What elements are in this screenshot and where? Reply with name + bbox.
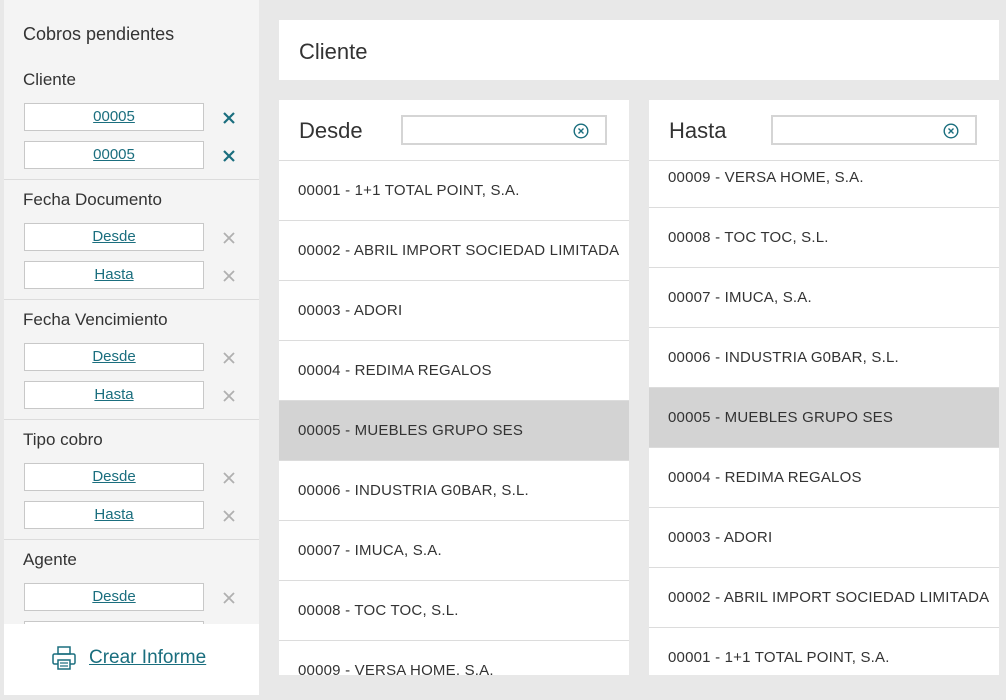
clear-agente-from-icon[interactable] [221,590,237,606]
clear-search-icon[interactable] [943,123,959,139]
cliente-from-link[interactable]: 00005 [93,108,135,125]
tipo-cobro-to-link[interactable]: Hasta [94,506,133,523]
agente-from-field[interactable]: Desde [24,583,204,611]
filter-label-agente: Agente [23,550,77,569]
page-title: Cliente [299,39,368,64]
hasta-panel-header: Hasta [649,100,999,161]
filter-label-tipo-cobro: Tipo cobro [23,430,103,449]
cliente-to-link[interactable]: 00005 [93,146,135,163]
list-item[interactable]: 00009 - VERSA HOME, S.A. [279,641,629,675]
filter-label-fecha-vencimiento: Fecha Vencimiento [23,310,168,329]
fecha-documento-from-field[interactable]: Desde [24,223,204,251]
desde-panel-header: Desde [279,100,629,161]
fecha-vencimiento-from-field[interactable]: Desde [24,343,204,371]
desde-search-box[interactable] [401,115,607,145]
desde-list: 00001 - 1+1 TOTAL POINT, S.A. 00002 - ABR… [279,161,629,675]
list-item[interactable]: 00003 - ADORI [649,508,999,568]
list-item[interactable]: 00001 - 1+1 TOTAL POINT, S.A. [649,628,999,675]
tipo-cobro-from-field[interactable]: Desde [24,463,204,491]
list-item[interactable]: 00007 - IMUCA, S.A. [649,268,999,328]
section-divider [4,419,259,420]
fecha-vencimiento-to-field[interactable]: Hasta [24,381,204,409]
list-item[interactable]: 00002 - ABRIL IMPORT SOCIEDAD LIMITADA [279,221,629,281]
fecha-documento-from-link[interactable]: Desde [92,228,135,245]
clear-fecha-vencimiento-to-icon[interactable] [221,388,237,404]
clear-search-icon[interactable] [573,123,589,139]
filter-sidebar: Cobros pendientes Cliente 00005 00005 Fe… [4,0,259,624]
list-item[interactable]: 00004 - REDIMA REGALOS [279,341,629,401]
filter-label-cliente: Cliente [23,70,76,89]
clear-cliente-from-icon[interactable] [221,110,237,126]
tipo-cobro-from-link[interactable]: Desde [92,468,135,485]
clear-fecha-documento-from-icon[interactable] [221,230,237,246]
main-header: Cliente [279,20,999,80]
cliente-from-field[interactable]: 00005 [24,103,204,131]
cliente-to-field[interactable]: 00005 [24,141,204,169]
section-divider [4,299,259,300]
fecha-documento-to-field[interactable]: Hasta [24,261,204,289]
printer-icon [52,646,76,670]
hasta-panel: 00009 - VERSA HOME, S.A. 00008 - TOC TOC,… [649,100,999,675]
list-item[interactable]: 00003 - ADORI [279,281,629,341]
tipo-cobro-to-field[interactable]: Hasta [24,501,204,529]
sidebar-title: Cobros pendientes [23,24,175,44]
hasta-search-box[interactable] [771,115,977,145]
hasta-search-input[interactable] [779,117,939,143]
desde-search-input[interactable] [409,117,569,143]
list-item[interactable]: 00006 - INDUSTRIA G0BAR, S.L. [279,461,629,521]
section-divider [4,539,259,540]
agente-from-link[interactable]: Desde [92,588,135,605]
filter-label-fecha-documento: Fecha Documento [23,190,162,209]
list-item[interactable]: 00005 - MUEBLES GRUPO SES [279,401,629,461]
sidebar-footer: Crear Informe [4,624,259,695]
list-item[interactable]: 00005 - MUEBLES GRUPO SES [649,388,999,448]
list-item[interactable]: 00001 - 1+1 TOTAL POINT, S.A. [279,161,629,221]
create-report-button[interactable]: Crear Informe [50,644,206,672]
hasta-panel-title: Hasta [669,118,727,143]
create-report-label[interactable]: Crear Informe [89,647,206,669]
desde-panel-title: Desde [299,118,363,143]
list-item[interactable]: 00002 - ABRIL IMPORT SOCIEDAD LIMITADA [649,568,999,628]
list-item[interactable]: 00008 - TOC TOC, S.L. [279,581,629,641]
clear-fecha-documento-to-icon[interactable] [221,268,237,284]
fecha-vencimiento-from-link[interactable]: Desde [92,348,135,365]
fecha-documento-to-link[interactable]: Hasta [94,266,133,283]
fecha-vencimiento-to-link[interactable]: Hasta [94,386,133,403]
clear-tipo-cobro-to-icon[interactable] [221,508,237,524]
clear-fecha-vencimiento-from-icon[interactable] [221,350,237,366]
desde-panel: Desde 00001 - 1+1 TOTAL POINT, S.A. 00002… [279,100,629,675]
list-item[interactable]: 00008 - TOC TOC, S.L. [649,208,999,268]
list-item[interactable]: 00004 - REDIMA REGALOS [649,448,999,508]
section-divider [4,179,259,180]
clear-tipo-cobro-from-icon[interactable] [221,470,237,486]
hasta-list: 00009 - VERSA HOME, S.A. 00008 - TOC TOC,… [649,148,999,675]
list-item[interactable]: 00006 - INDUSTRIA G0BAR, S.L. [649,328,999,388]
list-item[interactable]: 00007 - IMUCA, S.A. [279,521,629,581]
clear-cliente-to-icon[interactable] [221,148,237,164]
